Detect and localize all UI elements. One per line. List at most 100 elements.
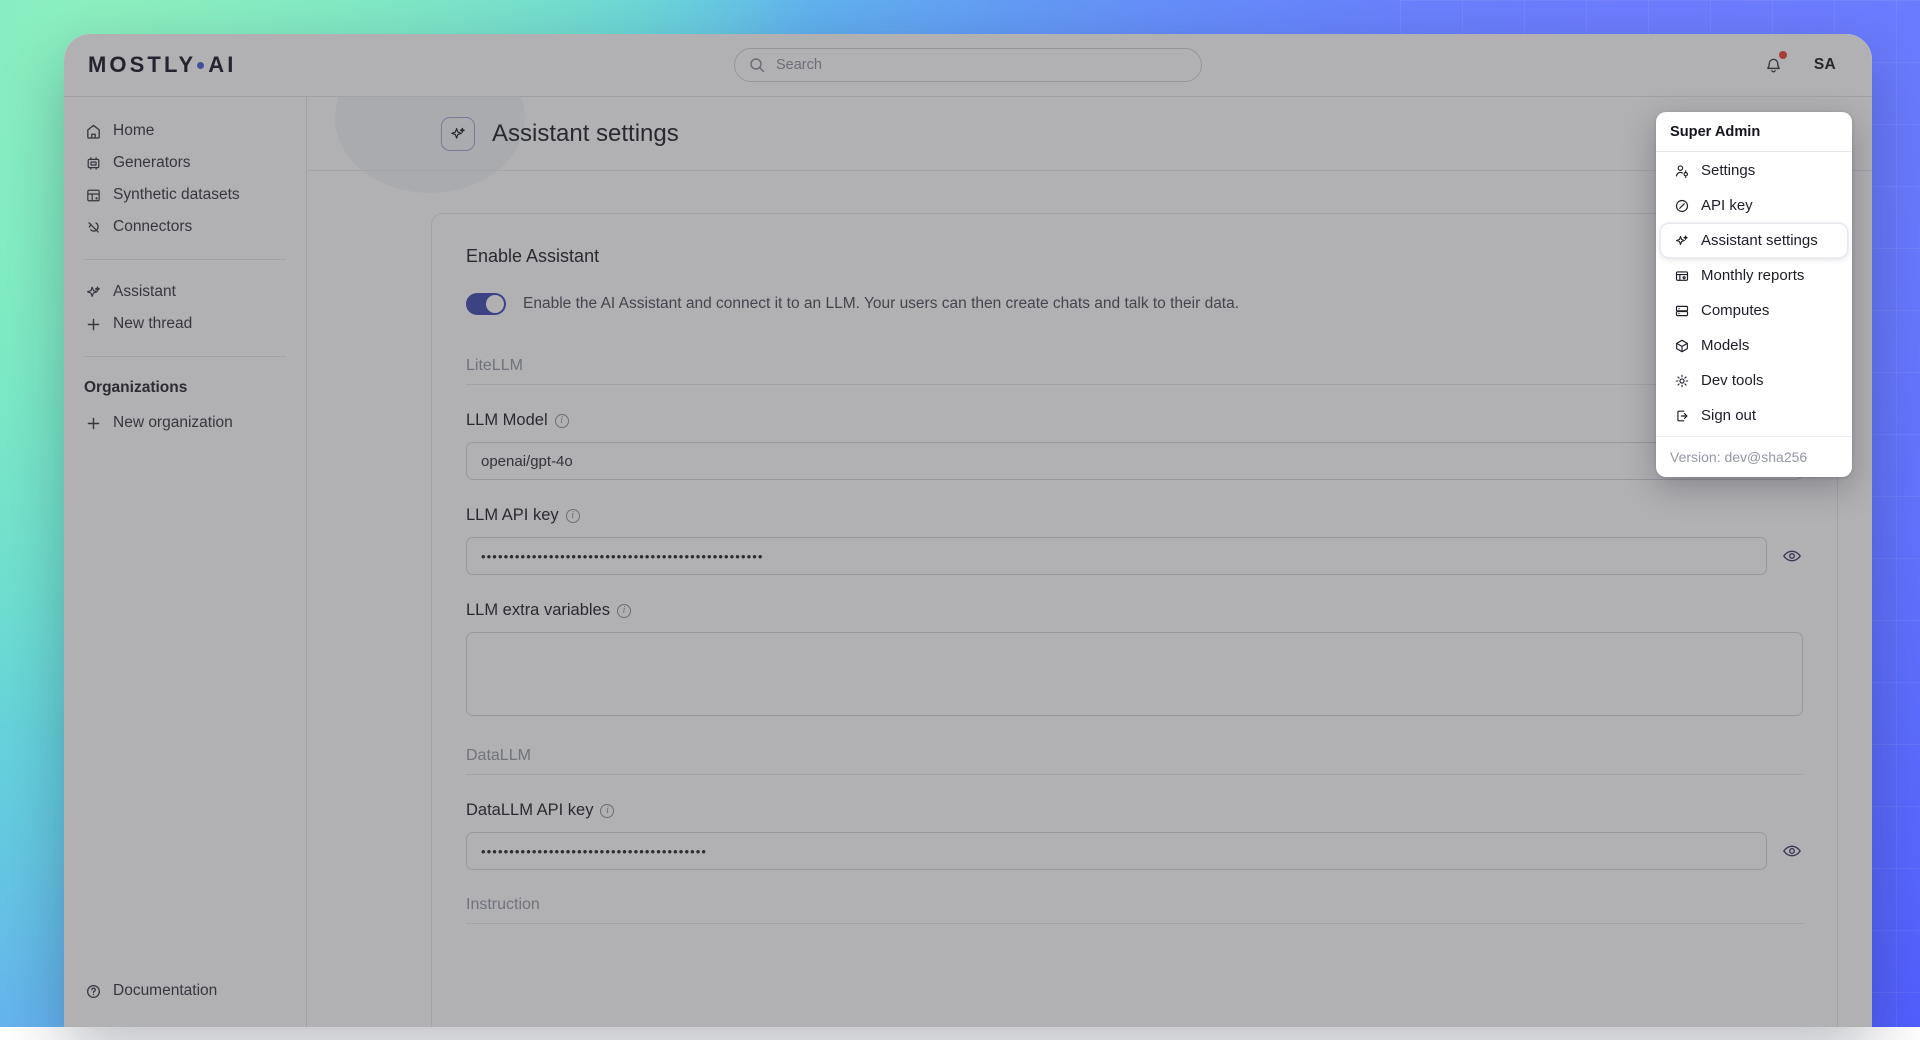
menu-item-models[interactable]: Models (1661, 329, 1847, 362)
app-window: MOSTLY AI SA (64, 34, 1872, 1027)
notification-badge-dot (1779, 51, 1787, 59)
search-box[interactable] (734, 48, 1202, 82)
llm-model-input[interactable] (466, 442, 1803, 480)
instruction-group-label: Instruction (466, 896, 1803, 924)
sidebar-item-generators[interactable]: Generators (64, 147, 306, 179)
menu-item-assistant-settings[interactable]: Assistant settings (1661, 224, 1847, 257)
enable-assistant-row: Enable the AI Assistant and connect it t… (466, 293, 1803, 315)
menu-item-monthly-reports[interactable]: Monthly reports (1661, 259, 1847, 292)
search-container (734, 48, 1202, 82)
sidebar-divider (84, 356, 286, 357)
brand-dot-icon (197, 62, 204, 69)
main-content: Assistant settings Enable Assistant (307, 96, 1872, 1027)
datallm-api-key-field: DataLLM API key i (466, 801, 1803, 870)
sidebar-item-synthetic-datasets[interactable]: Synthetic datasets (64, 179, 306, 211)
sidebar-item-new-thread[interactable]: New thread (64, 308, 306, 340)
llm-model-label: LLM Model (466, 411, 548, 430)
sparkle-icon (441, 117, 475, 151)
connectors-icon (84, 218, 102, 236)
llm-model-field: LLM Model i (466, 411, 1803, 480)
generators-icon (84, 154, 102, 172)
reports-icon (1673, 267, 1690, 284)
llm-extra-variables-label: LLM extra variables (466, 601, 610, 620)
info-icon[interactable]: i (566, 509, 580, 523)
enable-assistant-description: Enable the AI Assistant and connect it t… (523, 295, 1239, 313)
sidebar-item-label: New organization (113, 414, 233, 432)
enable-assistant-heading: Enable Assistant (466, 246, 1803, 267)
user-menu-header: Super Admin (1656, 112, 1852, 152)
menu-item-label: API key (1701, 197, 1753, 214)
sidebar-item-assistant[interactable]: Assistant (64, 276, 306, 308)
dev-tools-icon (1673, 372, 1690, 389)
brand-logo[interactable]: MOSTLY AI (88, 52, 236, 78)
menu-item-api-key[interactable]: API key (1661, 189, 1847, 222)
brand-name-primary: MOSTLY (88, 52, 196, 78)
menu-item-label: Settings (1701, 162, 1755, 179)
datallm-api-key-input[interactable] (466, 832, 1767, 870)
datallm-api-key-label-row: DataLLM API key i (466, 801, 1803, 820)
help-circle-icon (84, 982, 102, 1000)
page-title: Assistant settings (492, 120, 679, 148)
sign-out-icon (1673, 407, 1690, 424)
menu-item-label: Monthly reports (1701, 267, 1804, 284)
sidebar: Home Generators (64, 96, 307, 1027)
page-header: Assistant settings (307, 97, 1872, 171)
topbar-actions: SA (1755, 46, 1844, 84)
computes-icon (1673, 302, 1690, 319)
datallm-api-key-input-row (466, 832, 1803, 870)
menu-item-computes[interactable]: Computes (1661, 294, 1847, 327)
sidebar-item-label: Home (113, 122, 154, 140)
menu-item-label: Assistant settings (1701, 232, 1818, 249)
sidebar-item-label: New thread (113, 315, 192, 333)
notifications-button[interactable] (1755, 47, 1792, 84)
content-scroll-area[interactable]: Enable Assistant Enable the AI Assistant… (307, 171, 1872, 1027)
datallm-group-label: DataLLM (466, 747, 1803, 775)
user-settings-icon (1673, 162, 1690, 179)
home-icon (84, 122, 102, 140)
eye-icon[interactable] (1781, 545, 1803, 567)
sidebar-item-new-organization[interactable]: New organization (64, 407, 306, 439)
api-key-icon (1673, 197, 1690, 214)
info-icon[interactable]: i (617, 604, 631, 618)
llm-extra-variables-textarea[interactable] (466, 632, 1803, 716)
sidebar-item-home[interactable]: Home (64, 115, 306, 147)
top-bar: MOSTLY AI SA (64, 34, 1872, 96)
litellm-group-label: LiteLLM (466, 357, 1803, 385)
menu-item-sign-out[interactable]: Sign out (1661, 399, 1847, 432)
llm-api-key-label: LLM API key (466, 506, 559, 525)
enable-assistant-toggle[interactable] (466, 293, 506, 315)
settings-card: Enable Assistant Enable the AI Assistant… (431, 213, 1838, 1027)
sidebar-item-connectors[interactable]: Connectors (64, 211, 306, 243)
sidebar-item-label: Assistant (113, 283, 176, 301)
llm-api-key-label-row: LLM API key i (466, 506, 1803, 525)
sidebar-footer: Documentation (64, 975, 306, 1027)
app-body: Home Generators (64, 96, 1872, 1027)
menu-item-label: Dev tools (1701, 372, 1764, 389)
llm-api-key-input[interactable] (466, 537, 1767, 575)
sidebar-divider (84, 259, 286, 260)
brand-name-secondary: AI (208, 52, 236, 78)
sidebar-item-label: Documentation (113, 982, 217, 1000)
search-icon (749, 57, 765, 73)
sparkle-icon (84, 283, 102, 301)
sparkle-icon (1673, 232, 1690, 249)
search-input[interactable] (776, 57, 1187, 73)
avatar[interactable]: SA (1806, 46, 1844, 84)
app-version-label: Version: dev@sha256 (1656, 436, 1852, 473)
eye-icon[interactable] (1781, 840, 1803, 862)
menu-item-settings[interactable]: Settings (1661, 154, 1847, 187)
llm-model-label-row: LLM Model i (466, 411, 1803, 430)
datallm-api-key-label: DataLLM API key (466, 801, 593, 820)
menu-item-dev-tools[interactable]: Dev tools (1661, 364, 1847, 397)
sidebar-item-documentation[interactable]: Documentation (64, 975, 306, 1007)
info-icon[interactable]: i (600, 804, 614, 818)
llm-api-key-input-row (466, 537, 1803, 575)
llm-extra-variables-label-row: LLM extra variables i (466, 601, 1803, 620)
llm-model-input-row (466, 442, 1803, 480)
sidebar-item-label: Generators (113, 154, 191, 172)
menu-item-label: Computes (1701, 302, 1769, 319)
menu-item-label: Sign out (1701, 407, 1756, 424)
toggle-knob (486, 295, 504, 313)
user-menu-dropdown: Super Admin Settings API key (1656, 112, 1852, 477)
info-icon[interactable]: i (555, 414, 569, 428)
